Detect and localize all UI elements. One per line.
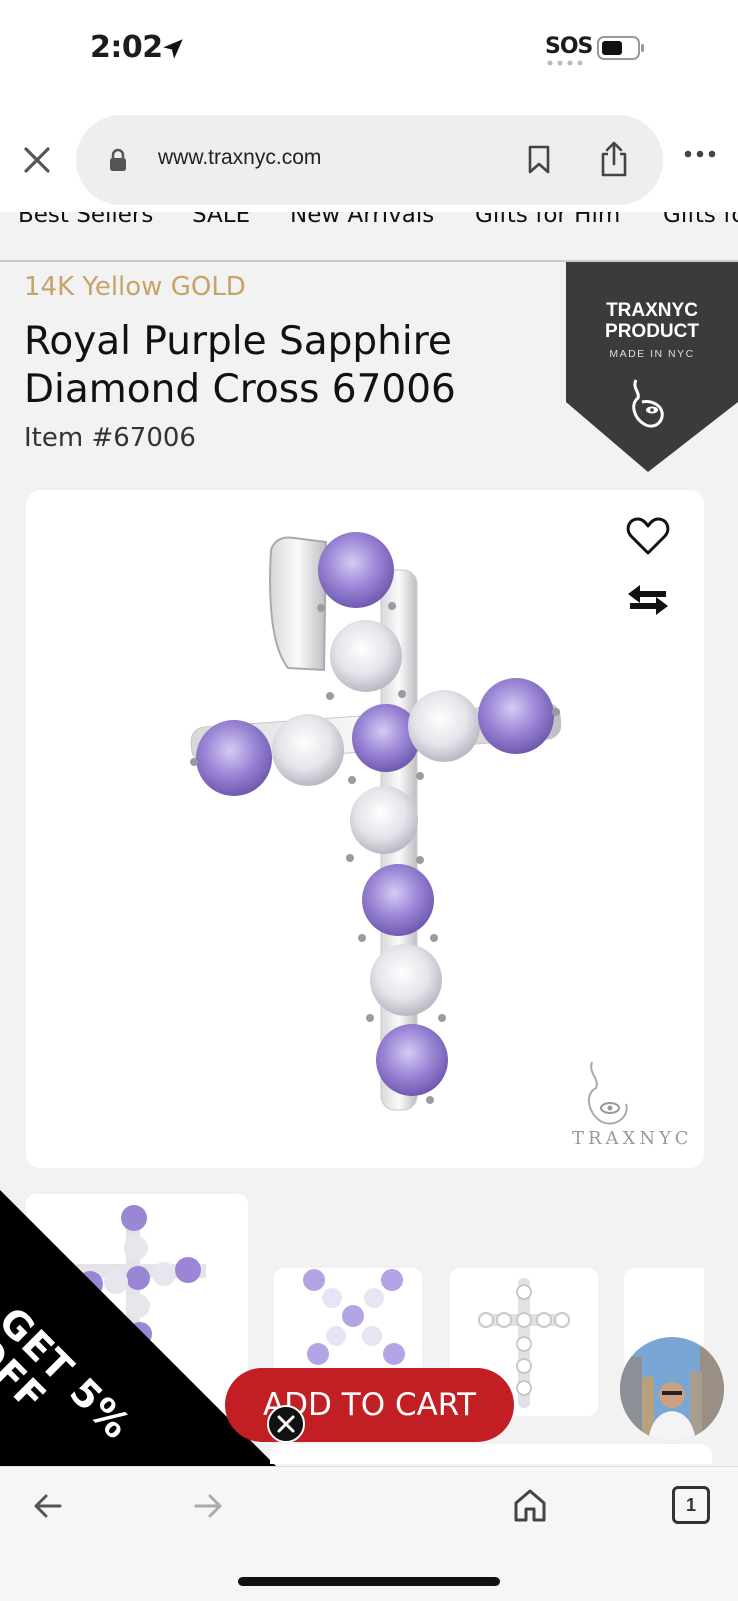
nav-item-gifts-for-her[interactable]: Gifts fo — [663, 212, 738, 228]
product-title: Royal Purple Sapphire Diamond Cross 6700… — [24, 319, 456, 412]
traxnyc-product-badge — [566, 262, 738, 472]
home-indicator — [238, 1577, 500, 1586]
signal-dots-icon — [547, 60, 583, 66]
badge-line-1: TRAXNYC — [606, 300, 698, 321]
bookmark-icon[interactable] — [527, 145, 551, 175]
forward-arrow-icon[interactable] — [192, 1490, 224, 1522]
status-time: 2:02 — [90, 30, 163, 65]
badge-subtitle: MADE IN NYC — [609, 348, 695, 360]
traxnyc-logo-icon — [632, 379, 664, 428]
nav-item-best-sellers[interactable]: Best Sellers — [18, 212, 153, 228]
location-arrow-icon — [163, 39, 183, 59]
nav-item-new-arrivals[interactable]: New Arrivals — [290, 212, 434, 228]
close-icon[interactable] — [22, 145, 52, 175]
badge-title: TRAXNYC PRODUCT — [566, 300, 738, 342]
share-icon[interactable] — [598, 140, 630, 178]
battery-icon — [597, 36, 644, 60]
watermark-logo-icon — [587, 1061, 628, 1125]
content-card-edge — [270, 1444, 712, 1464]
url-text[interactable]: www.traxnyc.com — [158, 146, 321, 170]
badge-line-2: PRODUCT — [605, 321, 699, 342]
home-icon[interactable] — [512, 1487, 548, 1523]
tabs-button[interactable]: 1 — [672, 1486, 710, 1524]
compare-arrows-icon[interactable] — [626, 583, 670, 617]
heart-icon[interactable] — [626, 516, 670, 556]
nav-item-sale[interactable]: SALE — [192, 212, 250, 228]
item-number: Item #67006 — [24, 423, 196, 453]
metal-type: 14K Yellow GOLD — [24, 272, 246, 302]
lock-icon — [110, 148, 126, 171]
nav-item-gifts-for-him[interactable]: Gifts for Him — [475, 212, 620, 228]
avatar-photo — [620, 1337, 724, 1441]
category-nav: Best Sellers SALE New Arrivals Gifts for… — [0, 212, 738, 262]
more-options-icon[interactable] — [684, 148, 716, 160]
chat-assistant-avatar[interactable] — [620, 1337, 724, 1441]
close-promo-icon[interactable] — [267, 1405, 305, 1443]
back-arrow-icon[interactable] — [32, 1490, 64, 1522]
status-carrier: SOS — [545, 34, 593, 59]
watermark-text: TRAXNYC — [572, 1128, 693, 1149]
